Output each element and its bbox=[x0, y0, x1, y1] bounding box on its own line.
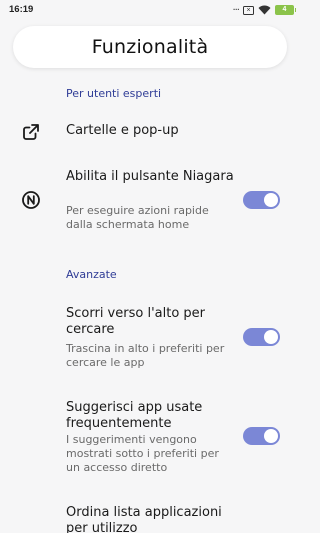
setting-title: Abilita il pulsante Niagara bbox=[66, 169, 234, 184]
setting-subtitle: I suggerimenti vengono mostrati sotto i … bbox=[66, 433, 219, 474]
title-bar: Funzionalità bbox=[13, 26, 287, 68]
notification-box-icon: × bbox=[243, 5, 254, 15]
battery-icon: 4 bbox=[275, 5, 296, 15]
wifi-icon bbox=[258, 5, 271, 15]
section-header-expert: Per utenti esperti bbox=[66, 87, 162, 100]
status-icons: ... × 4 bbox=[232, 2, 296, 16]
setting-row-folders-popups[interactable]: Cartelle e pop-up bbox=[0, 112, 300, 152]
niagara-n-icon bbox=[22, 191, 40, 209]
setting-title: Ordina lista applicazioni per utilizzo bbox=[66, 505, 222, 533]
toggle-knob bbox=[264, 330, 278, 344]
status-bar: 16:19 ... × 4 bbox=[0, 0, 300, 20]
setting-title: Suggerisci app usate frequentemente bbox=[66, 400, 203, 431]
overflow-dots-icon: ... bbox=[232, 2, 239, 13]
setting-row-sort-apps-by-usage[interactable]: Ordina lista applicazioni per utilizzo bbox=[0, 502, 300, 533]
toggle-knob bbox=[264, 429, 278, 443]
suggest-frequent-apps-toggle[interactable] bbox=[243, 427, 280, 445]
page-title: Funzionalità bbox=[91, 36, 209, 58]
swipe-up-search-toggle[interactable] bbox=[243, 328, 280, 346]
setting-subtitle: Trascina in alto i preferiti per cercare… bbox=[66, 342, 225, 369]
setting-title: Cartelle e pop-up bbox=[66, 123, 179, 138]
section-header-advanced: Avanzate bbox=[66, 268, 117, 281]
niagara-button-toggle[interactable] bbox=[243, 191, 280, 209]
toggle-knob bbox=[264, 193, 278, 207]
setting-row-suggest-frequent-apps[interactable]: Suggerisci app usate frequentemente I su… bbox=[0, 398, 300, 478]
setting-title: Scorri verso l'alto per cercare bbox=[66, 306, 205, 337]
setting-row-niagara-button[interactable]: Abilita il pulsante Niagara Per eseguire… bbox=[0, 166, 300, 238]
setting-row-swipe-up-search[interactable]: Scorri verso l'alto per cercare Trascina… bbox=[0, 304, 300, 374]
external-link-icon bbox=[23, 124, 39, 140]
status-time: 16:19 bbox=[9, 4, 34, 15]
setting-subtitle: Per eseguire azioni rapide dalla scherma… bbox=[66, 204, 209, 231]
